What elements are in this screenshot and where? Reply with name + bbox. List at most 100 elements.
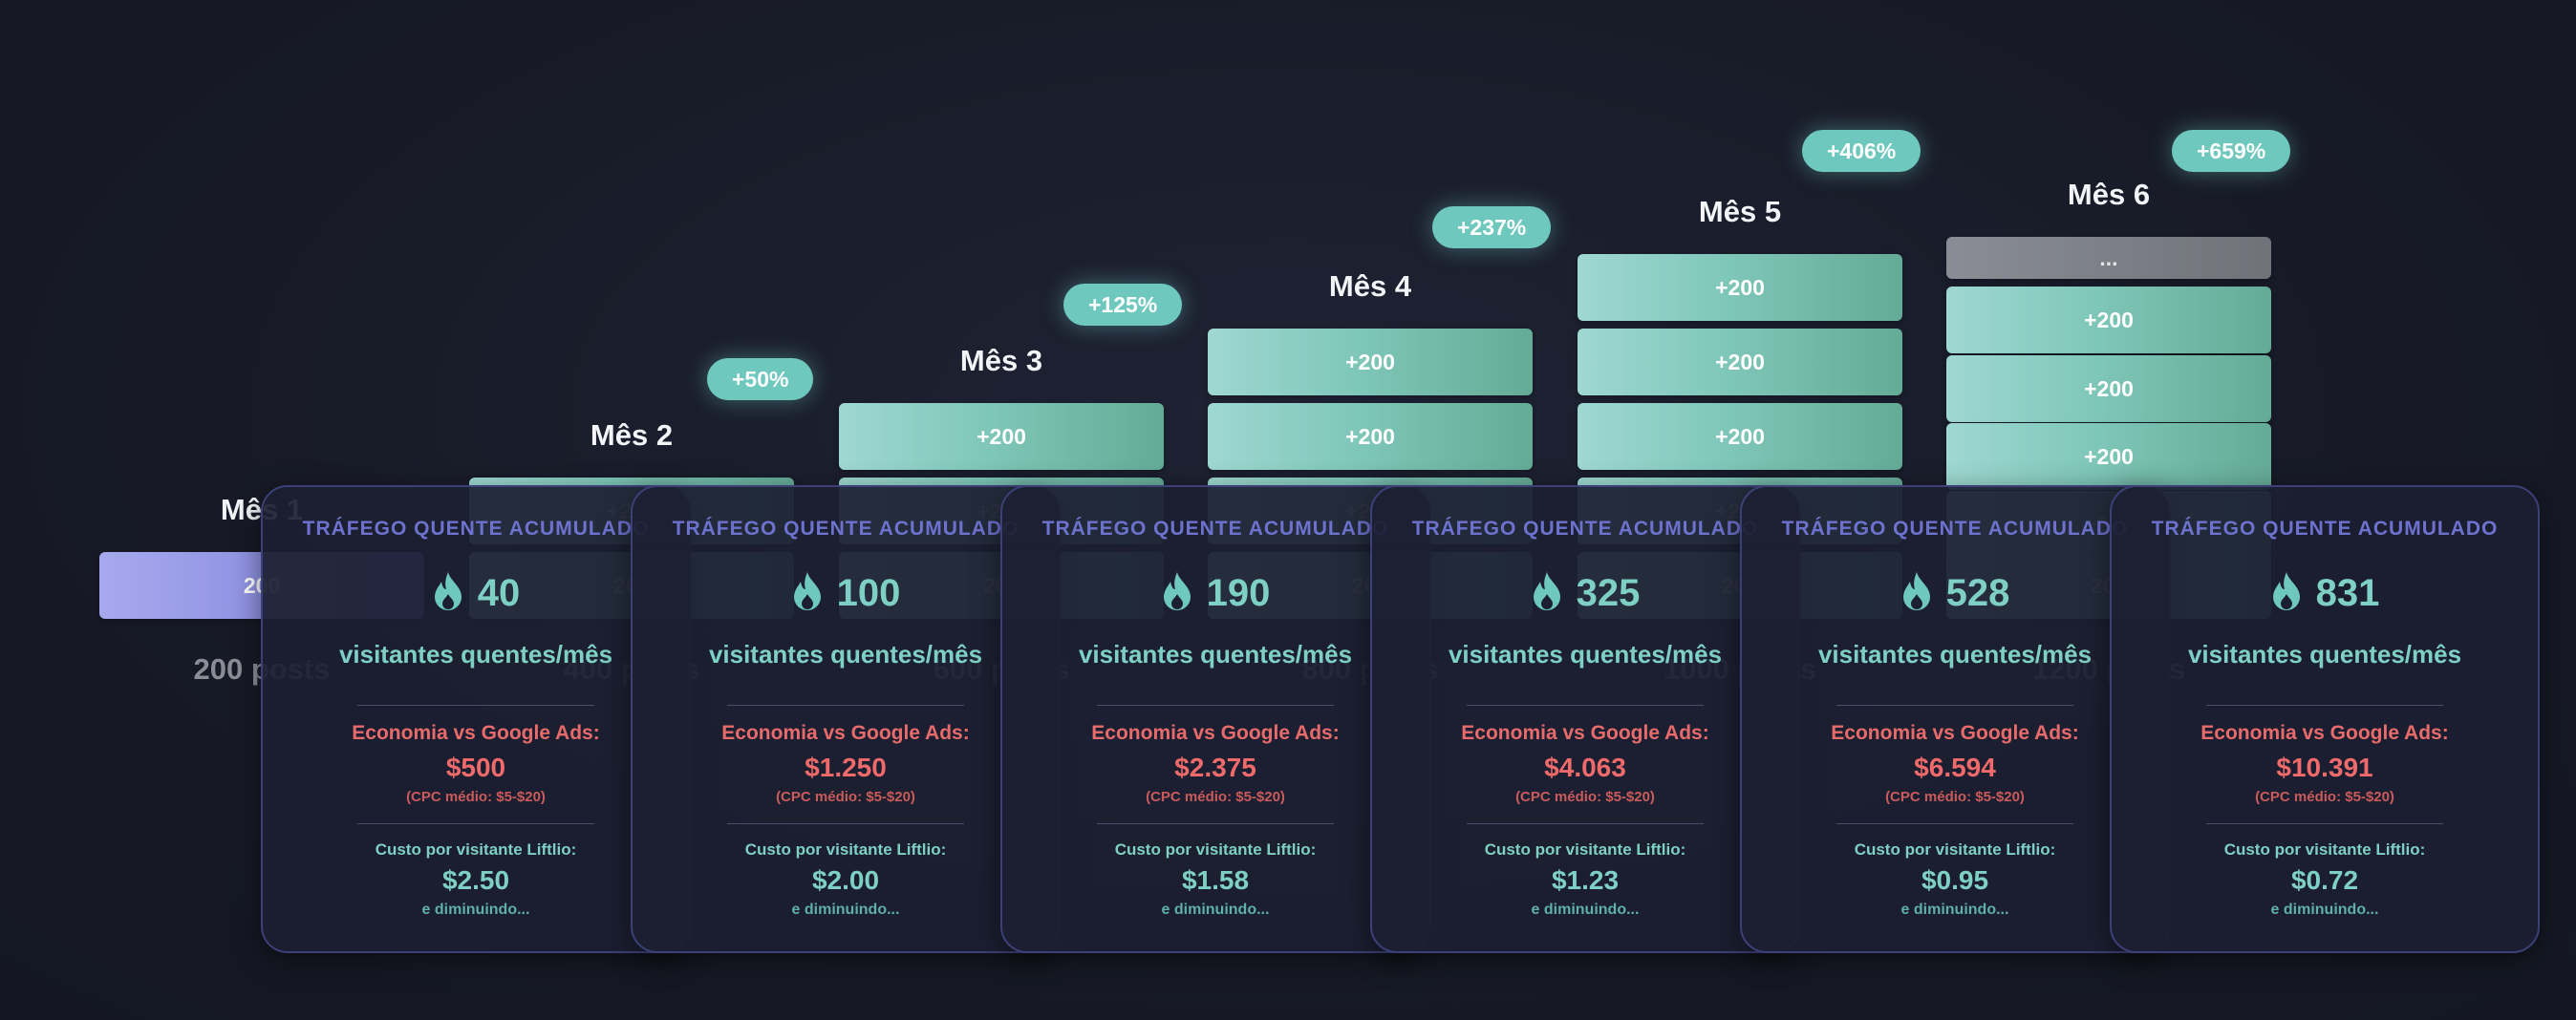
economy-label: Economia vs Google Ads: bbox=[1831, 722, 2079, 744]
economy-value: $500 bbox=[445, 753, 506, 782]
economy-label: Economia vs Google Ads: bbox=[1091, 722, 1340, 744]
post-block: +200 bbox=[1946, 423, 2271, 490]
visitors-row: 100 bbox=[633, 571, 1059, 615]
economy-value: $10.391 bbox=[2276, 753, 2373, 782]
economy-label: Economia vs Google Ads: bbox=[2200, 722, 2449, 744]
card-title: TRÁFEGO QUENTE ACUMULADO bbox=[2151, 518, 2499, 540]
fire-icon bbox=[1900, 572, 1946, 614]
cost-per-visitor-label: Custo por visitante Liftlio: bbox=[1484, 840, 1686, 859]
card-title: TRÁFEGO QUENTE ACUMULADO bbox=[1041, 518, 1389, 540]
divider bbox=[2206, 823, 2443, 824]
cost-per-visitor-value: $0.72 bbox=[2290, 865, 2359, 895]
visitors-unit: visitantes quentes/mês bbox=[1078, 640, 1353, 669]
growth-badge-5: +406% bbox=[1802, 130, 1921, 172]
cost-per-visitor-label: Custo por visitante Liftlio: bbox=[375, 840, 577, 859]
month-title-3: Mês 3 bbox=[959, 344, 1043, 377]
traffic-card-5: TRÁFEGO QUENTE ACUMULADO 528 visitantes qu… bbox=[1740, 485, 2170, 953]
visitors-count: 100 bbox=[836, 572, 901, 614]
cpc-note: (CPC médio: $5-$20) bbox=[776, 789, 915, 805]
traffic-card-4: TRÁFEGO QUENTE ACUMULADO 325 visitantes qu… bbox=[1370, 485, 1800, 953]
traffic-card-6: TRÁFEGO QUENTE ACUMULADO 831 visitantes qu… bbox=[2110, 485, 2540, 953]
cost-per-visitor-label: Custo por visitante Liftlio: bbox=[1854, 840, 2056, 859]
visitors-unit: visitantes quentes/mês bbox=[2187, 640, 2462, 669]
trend-note: e diminuindo... bbox=[2270, 902, 2379, 918]
post-block: +200 bbox=[1946, 287, 2271, 353]
fire-icon bbox=[1161, 572, 1207, 614]
post-block: +200 bbox=[839, 403, 1164, 470]
visitors-count: 40 bbox=[477, 572, 521, 614]
divider bbox=[357, 705, 594, 706]
cpc-note: (CPC médio: $5-$20) bbox=[1146, 789, 1285, 805]
post-block: +200 bbox=[1208, 403, 1533, 470]
cpc-note: (CPC médio: $5-$20) bbox=[406, 789, 546, 805]
trend-note: e diminuindo... bbox=[1531, 902, 1640, 918]
card-title: TRÁFEGO QUENTE ACUMULADO bbox=[1781, 518, 2129, 540]
visitors-row: 325 bbox=[1372, 571, 1798, 615]
growth-badge-2: +50% bbox=[707, 358, 814, 400]
divider bbox=[1097, 705, 1334, 706]
visitors-row: 831 bbox=[2112, 571, 2538, 615]
cpc-note: (CPC médio: $5-$20) bbox=[1885, 789, 2025, 805]
visitors-unit: visitantes quentes/mês bbox=[338, 640, 613, 669]
trend-note: e diminuindo... bbox=[421, 902, 530, 918]
trend-note: e diminuindo... bbox=[791, 902, 900, 918]
cost-per-visitor-label: Custo por visitante Liftlio: bbox=[744, 840, 947, 859]
growth-badge-4: +237% bbox=[1432, 206, 1552, 248]
economy-value: $2.375 bbox=[1174, 753, 1256, 782]
cost-per-visitor-value: $1.58 bbox=[1181, 865, 1250, 895]
economy-value: $1.250 bbox=[805, 753, 887, 782]
post-block: ... bbox=[1946, 237, 2271, 279]
traffic-card-2: TRÁFEGO QUENTE ACUMULADO 100 visitantes qu… bbox=[631, 485, 1061, 953]
economy-value: $6.594 bbox=[1914, 753, 1996, 782]
cpc-note: (CPC médio: $5-$20) bbox=[2255, 789, 2394, 805]
divider bbox=[357, 823, 594, 824]
cost-per-visitor-label: Custo por visitante Liftlio: bbox=[1114, 840, 1317, 859]
divider bbox=[1467, 823, 1704, 824]
fire-icon bbox=[2270, 572, 2316, 614]
post-block: +200 bbox=[1578, 403, 1902, 470]
visitors-unit: visitantes quentes/mês bbox=[708, 640, 983, 669]
visitors-row: 190 bbox=[1002, 571, 1428, 615]
visitors-count: 831 bbox=[2315, 572, 2380, 614]
month-title-6: Mês 6 bbox=[2067, 178, 2151, 211]
divider bbox=[727, 705, 964, 706]
trend-note: e diminuindo... bbox=[1900, 902, 2009, 918]
month-title-4: Mês 4 bbox=[1328, 269, 1412, 303]
post-block: +200 bbox=[1208, 329, 1533, 395]
growth-badge-3: +125% bbox=[1063, 284, 1183, 326]
visitors-row: 528 bbox=[1742, 571, 2168, 615]
cpc-note: (CPC médio: $5-$20) bbox=[1515, 789, 1655, 805]
economy-label: Economia vs Google Ads: bbox=[721, 722, 970, 744]
fire-icon bbox=[432, 572, 478, 614]
trend-note: e diminuindo... bbox=[1161, 902, 1270, 918]
card-title: TRÁFEGO QUENTE ACUMULADO bbox=[302, 518, 650, 540]
economy-label: Economia vs Google Ads: bbox=[352, 722, 600, 744]
traffic-card-1: TRÁFEGO QUENTE ACUMULADO 40 visitantes que… bbox=[261, 485, 691, 953]
fire-icon bbox=[791, 572, 837, 614]
post-block: +200 bbox=[1578, 254, 1902, 321]
cost-per-visitor-value: $2.00 bbox=[811, 865, 880, 895]
card-title: TRÁFEGO QUENTE ACUMULADO bbox=[1411, 518, 1759, 540]
visitors-row: 40 bbox=[263, 571, 689, 615]
visitors-count: 325 bbox=[1576, 572, 1641, 614]
divider bbox=[727, 823, 964, 824]
divider bbox=[2206, 705, 2443, 706]
cost-per-visitor-value: $1.23 bbox=[1551, 865, 1620, 895]
cost-per-visitor-label: Custo por visitante Liftlio: bbox=[2223, 840, 2426, 859]
economy-value: $4.063 bbox=[1544, 753, 1626, 782]
growth-badge-6: +659% bbox=[2172, 130, 2291, 172]
traffic-card-3: TRÁFEGO QUENTE ACUMULADO 190 visitantes qu… bbox=[1000, 485, 1430, 953]
post-block: +200 bbox=[1946, 355, 2271, 422]
cost-per-visitor-value: $2.50 bbox=[441, 865, 510, 895]
cost-per-visitor-value: $0.95 bbox=[1921, 865, 1989, 895]
month-title-5: Mês 5 bbox=[1698, 195, 1782, 228]
visitors-count: 528 bbox=[1945, 572, 2010, 614]
divider bbox=[1836, 823, 2073, 824]
post-block: +200 bbox=[1578, 329, 1902, 395]
divider bbox=[1097, 823, 1334, 824]
divider bbox=[1836, 705, 2073, 706]
visitors-unit: visitantes quentes/mês bbox=[1448, 640, 1723, 669]
economy-label: Economia vs Google Ads: bbox=[1461, 722, 1709, 744]
month-title-2: Mês 2 bbox=[590, 418, 674, 452]
visitors-unit: visitantes quentes/mês bbox=[1817, 640, 2093, 669]
